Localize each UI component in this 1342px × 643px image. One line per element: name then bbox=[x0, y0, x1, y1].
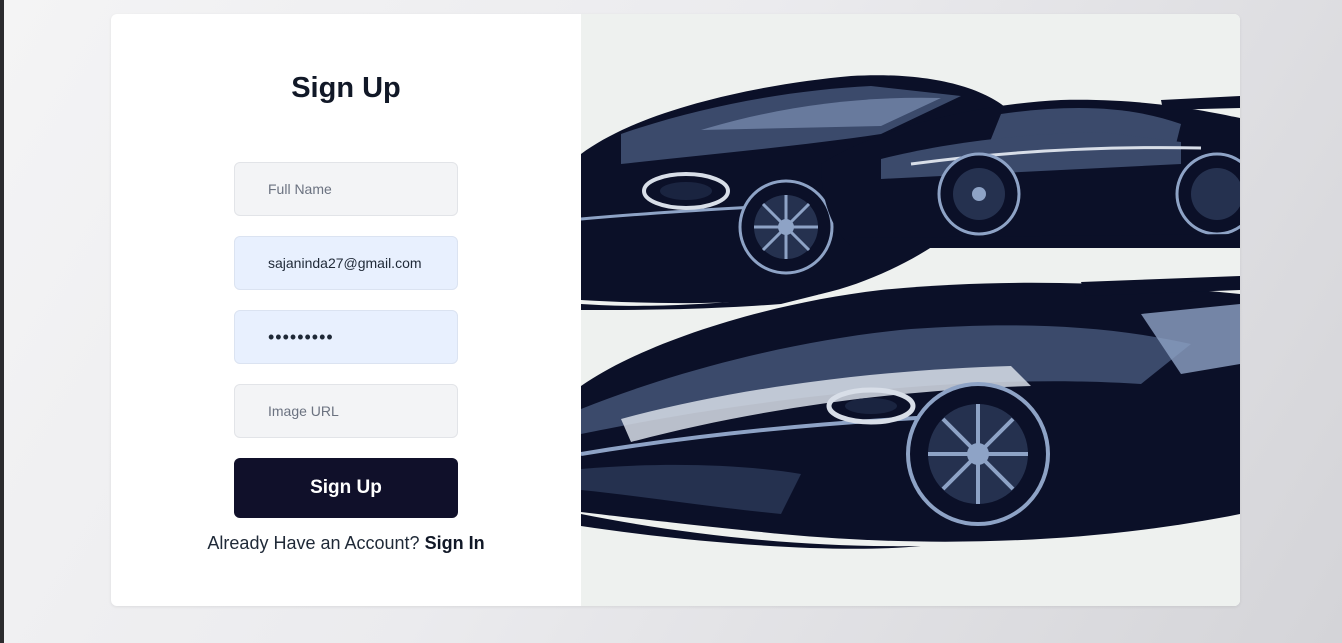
sign-in-prompt-text: Already Have an Account? bbox=[207, 533, 420, 553]
signup-form: Sign Up Sign Up Already Have an Account?… bbox=[111, 14, 581, 606]
window-edge bbox=[0, 0, 4, 643]
image-url-input[interactable] bbox=[234, 384, 458, 438]
signup-card: Sign Up Sign Up Already Have an Account?… bbox=[111, 14, 1240, 606]
sign-in-link[interactable]: Sign In bbox=[425, 533, 485, 553]
full-name-input[interactable] bbox=[234, 162, 458, 216]
password-input[interactable] bbox=[234, 310, 458, 364]
sports-cars-illustration bbox=[581, 14, 1240, 606]
email-input[interactable] bbox=[234, 236, 458, 290]
sign-in-prompt: Already Have an Account? Sign In bbox=[111, 533, 581, 554]
cars-image bbox=[581, 14, 1240, 606]
page-title: Sign Up bbox=[291, 72, 401, 104]
sign-up-button[interactable]: Sign Up bbox=[234, 458, 458, 518]
